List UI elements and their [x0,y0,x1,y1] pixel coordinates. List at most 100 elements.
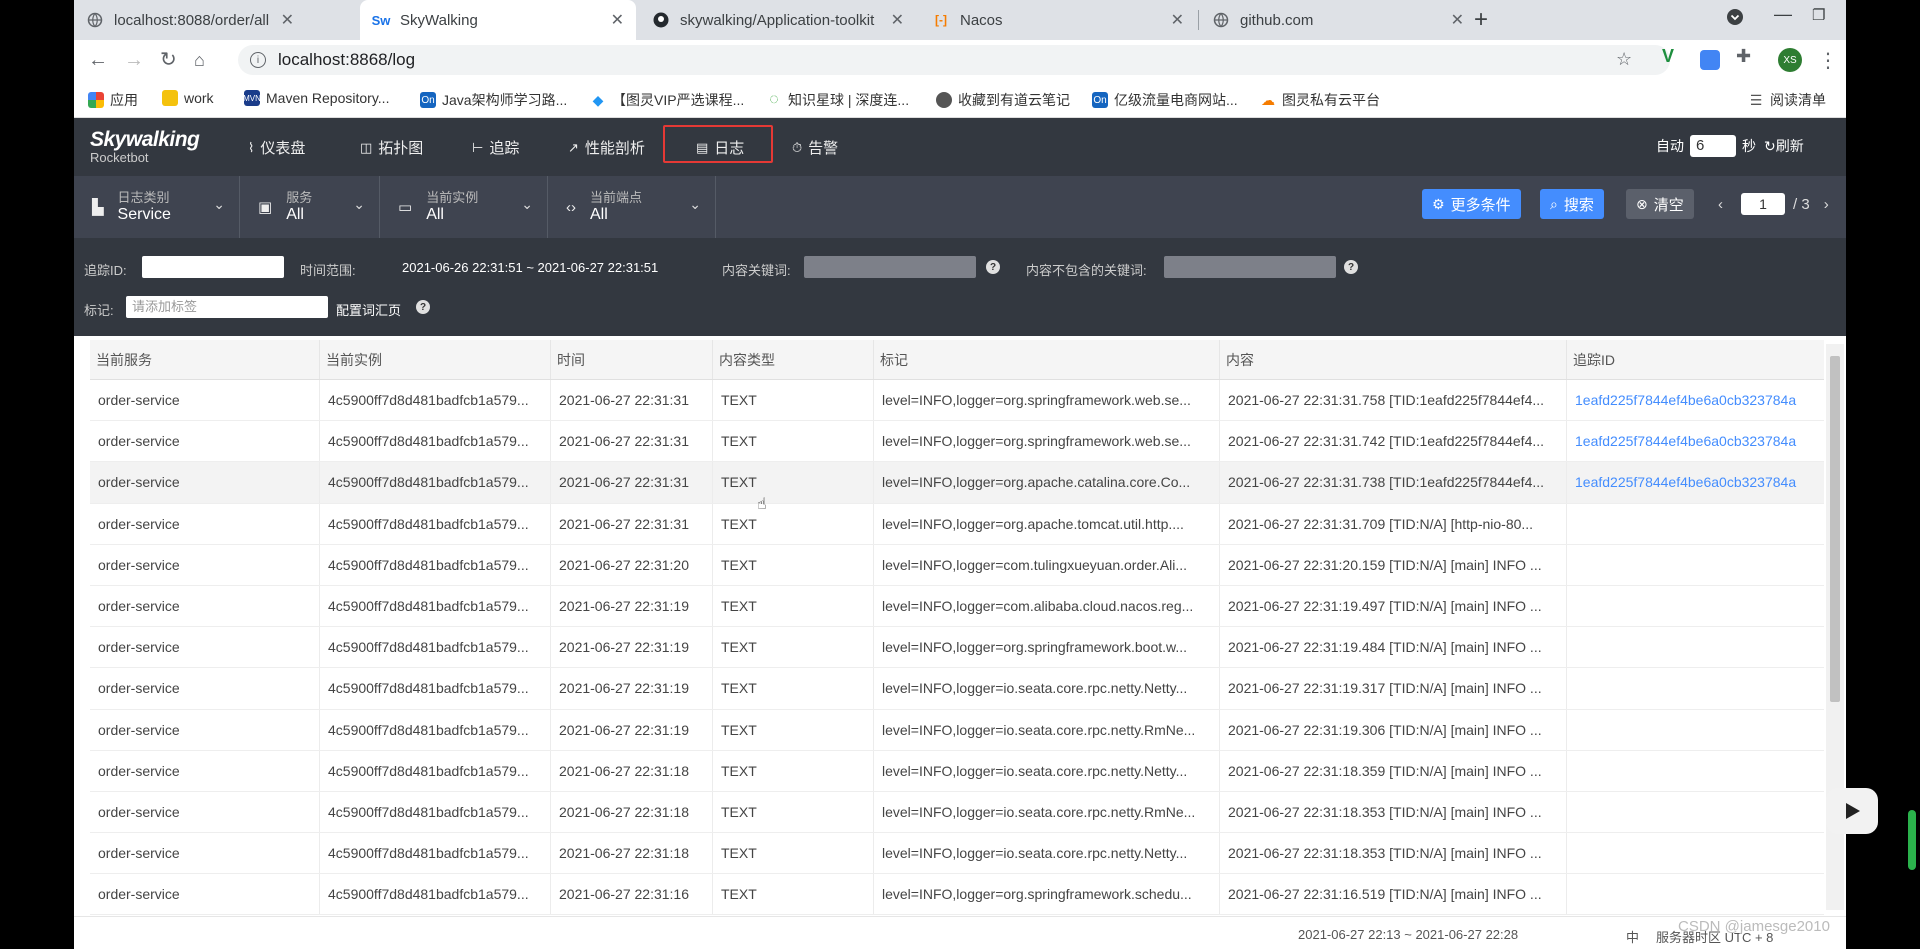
reload-icon[interactable]: ↻ [160,48,177,72]
page-input[interactable]: 1 [1741,193,1785,215]
endpoint-select[interactable]: ‹› 当前端点 All ⌄ [548,176,716,238]
globe-icon [1212,11,1230,29]
new-tab-button[interactable]: + [1474,6,1488,34]
trace-id-input[interactable] [142,256,284,278]
button-label: 清空 [1653,196,1684,214]
menu-icon[interactable]: ⋮ [1818,48,1838,73]
config-vocab-link[interactable]: 配置词汇页 [336,300,401,319]
table-row[interactable]: order-service 4c5900ff7d8d481badfcb1a579.… [90,750,1824,792]
table-row[interactable]: order-service 4c5900ff7d8d481badfcb1a579.… [90,421,1824,463]
next-page-icon[interactable]: › [1824,196,1829,213]
table-cell: level=INFO,logger=io.seata.core.rpc.nett… [874,791,1220,833]
tab-nacos[interactable]: [-] Nacos ✕ [920,0,1196,40]
extension-blue-icon[interactable] [1700,50,1720,70]
nav-alarm[interactable]: ⏱ 告警 [792,137,838,158]
exclude-keywords-label: 内容不包含的关键词: [1026,263,1147,278]
table-row[interactable]: order-service 4c5900ff7d8d481badfcb1a579.… [90,544,1824,586]
trace-id-link[interactable]: 1eafd225f7844ef4be6a0cb323784a [1567,462,1824,502]
nav-profile[interactable]: ↗ 性能剖析 [568,137,645,158]
scrollbar-thumb[interactable] [1830,356,1840,702]
info-icon[interactable]: i [250,52,266,68]
service-select[interactable]: ▣ 服务 All ⌄ [240,176,380,238]
forward-icon[interactable]: → [124,48,144,72]
table-row[interactable]: order-service 4c5900ff7d8d481badfcb1a579.… [90,709,1824,751]
tab-github-toolkit[interactable]: skywalking/Application-toolkit ✕ [640,0,916,40]
log-category-select[interactable]: ▙ 日志类别 Service ⌄ [74,176,240,238]
url-input[interactable]: i localhost:8868/log [238,45,1670,75]
table-row[interactable]: order-service 4c5900ff7d8d481badfcb1a579.… [90,462,1824,504]
bookmark-youdao[interactable]: 收藏到有道云笔记 [936,90,1070,110]
more-conditions-button[interactable]: ⚙ 更多条件 [1422,189,1521,219]
bookmark-star-icon[interactable]: ☆ [1616,49,1632,70]
table-cell: 2021-06-27 22:31:31 [551,462,713,503]
tab-skywalking[interactable]: Sw SkyWalking ✕ [360,0,636,40]
tab-github[interactable]: github.com ✕ [1200,0,1476,40]
back-icon[interactable]: ← [88,48,108,72]
bookmark-tuling-cloud[interactable]: ☁ 图灵私有云平台 [1260,90,1380,110]
table-cell: 2021-06-27 22:31:31 [551,380,713,421]
globe-icon [86,11,104,29]
exclude-keywords-input[interactable] [1164,256,1336,278]
table-row[interactable]: order-service 4c5900ff7d8d481badfcb1a579.… [90,668,1824,710]
table-cell: 2021-06-27 22:31:18.353 [TID:N/A] [main]… [1220,791,1567,833]
clear-button[interactable]: ⊗ 清空 [1626,189,1694,219]
tab-order-all[interactable]: localhost:8088/order/all ✕ [74,0,306,40]
nav-trace[interactable]: ⊢ 追踪 [472,137,519,158]
video-play-icon[interactable] [1826,788,1878,834]
bookmark-work[interactable]: work [162,90,214,106]
logo[interactable]: Skywalking Rocketbot [90,128,200,165]
table-row[interactable]: order-service 4c5900ff7d8d481badfcb1a579.… [90,585,1824,628]
trace-id-link[interactable]: 1eafd225f7844ef4be6a0cb323784a [1567,421,1824,461]
reading-list[interactable]: ☰ 阅读清单 [1748,90,1826,110]
table-row[interactable]: order-service 4c5900ff7d8d481badfcb1a579.… [90,791,1824,834]
close-icon[interactable]: ✕ [281,10,294,30]
help-icon[interactable]: ? [1344,260,1358,274]
auto-interval-input[interactable]: 6 [1690,135,1736,157]
table-cell: 4c5900ff7d8d481badfcb1a579... [320,503,551,544]
keywords-input[interactable] [804,256,976,278]
bookmark-apps[interactable]: 应用 [88,90,138,110]
time-range-value[interactable]: 2021-06-26 22:31:51 ~ 2021-06-27 22:31:5… [402,260,658,275]
tab-search-icon[interactable] [1726,8,1744,31]
table-cell: 4c5900ff7d8d481badfcb1a579... [320,709,551,750]
tags-input[interactable]: 请添加标签 [126,296,328,318]
table-cell: level=INFO,logger=io.seata.core.rpc.nett… [874,750,1220,791]
bookmark-maven[interactable]: MVN Maven Repository... [243,90,389,106]
log-table-container: 当前服务 当前实例 时间 内容类型 标记 内容 追踪ID order-servi… [74,336,1846,916]
table-cell: 2021-06-27 22:31:18 [551,791,713,833]
table-row[interactable]: order-service 4c5900ff7d8d481badfcb1a579.… [90,874,1824,916]
table-row[interactable]: order-service 4c5900ff7d8d481badfcb1a579.… [90,503,1824,545]
instance-icon: ▭ [398,199,413,216]
help-icon[interactable]: ? [986,260,1000,274]
refresh-button[interactable]: ↻刷新 [1764,136,1804,156]
close-icon[interactable]: ✕ [891,10,904,30]
close-icon[interactable]: ✕ [1171,10,1184,30]
nav-topology[interactable]: ◫ 拓扑图 [360,137,423,158]
search-button[interactable]: ⌕ 搜索 [1540,189,1604,219]
close-icon[interactable]: ✕ [611,10,624,30]
language-toggle[interactable]: 中 [1626,927,1639,946]
vue-devtools-icon[interactable]: V [1662,46,1682,66]
table-cell: 4c5900ff7d8d481badfcb1a579... [320,833,551,874]
table-row[interactable]: order-service 4c5900ff7d8d481badfcb1a579.… [90,627,1824,669]
bookmark-traffic[interactable]: On 亿级流量电商网站... [1092,90,1238,110]
bookmark-tuling-vip[interactable]: ◆ 【图灵VIP严选课程... [590,90,745,110]
bookmark-zsxq[interactable]: ◌ 知识星球 | 深度连... [766,90,909,110]
bookmark-java-architect[interactable]: On Java架构师学习路... [420,90,567,110]
table-row[interactable]: order-service 4c5900ff7d8d481badfcb1a579.… [90,380,1824,422]
footer-time-range[interactable]: 2021-06-27 22:13 ~ 2021-06-27 22:28 [1298,927,1518,942]
prev-page-icon[interactable]: ‹ [1718,196,1723,213]
table-cell: TEXT [713,791,874,833]
column-header: 追踪ID [1573,352,1615,368]
restore-icon[interactable]: ❐ [1812,6,1825,24]
avatar[interactable]: XS [1778,48,1802,72]
home-icon[interactable]: ⌂ [194,48,205,72]
nav-dashboard[interactable]: ⌇ 仪表盘 [248,137,305,158]
trace-id-link[interactable]: 1eafd225f7844ef4be6a0cb323784a [1567,380,1824,420]
puzzle-icon[interactable]: ✚ [1736,46,1756,66]
minimize-icon[interactable]: — [1774,4,1792,25]
help-icon[interactable]: ? [416,300,430,314]
table-row[interactable]: order-service 4c5900ff7d8d481badfcb1a579.… [90,833,1824,875]
instance-select[interactable]: ▭ 当前实例 All ⌄ [380,176,548,238]
close-icon[interactable]: ✕ [1451,10,1464,30]
